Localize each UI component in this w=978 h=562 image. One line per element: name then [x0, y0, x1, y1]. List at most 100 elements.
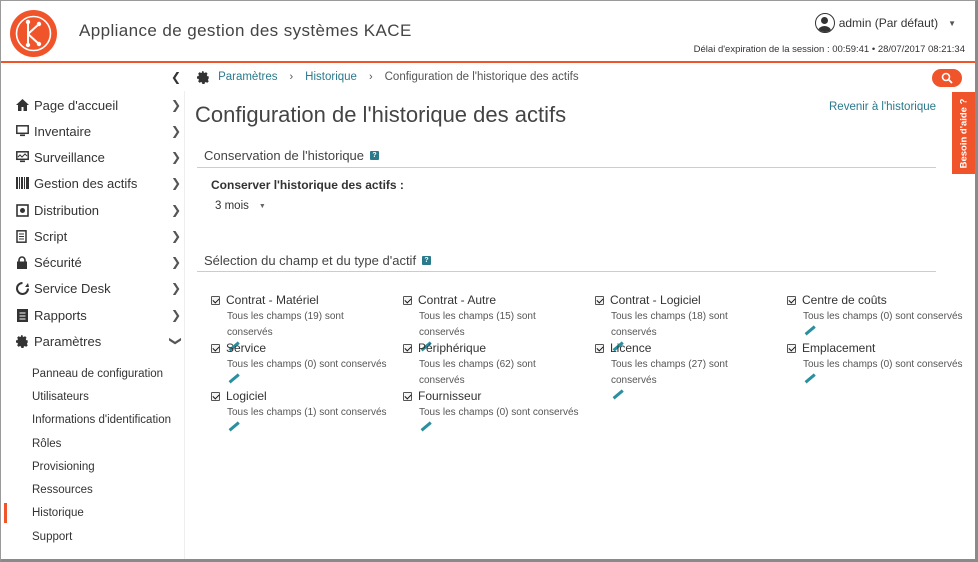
- retention-section-header: Conservation de l'historique ?: [204, 148, 380, 163]
- collapse-sidebar-icon[interactable]: ❮: [171, 70, 181, 84]
- asset-item: Périphérique Tous les champs (62) sont c…: [403, 341, 583, 389]
- chevron-right-icon: ❯: [171, 255, 182, 269]
- asset-checkbox[interactable]: [787, 295, 796, 305]
- asset-name: Contrat - Autre: [418, 293, 497, 307]
- asset-name: Périphérique: [418, 341, 487, 355]
- asset-name: Logiciel: [226, 389, 267, 403]
- subnav-roles[interactable]: Rôles: [32, 438, 61, 450]
- sidebar-item-label: Inventaire: [34, 123, 92, 139]
- asset-checkbox[interactable]: [403, 343, 412, 353]
- subnav-historique[interactable]: Historique: [32, 507, 84, 519]
- asset-description: Tous les champs (0) sont conservés: [803, 311, 963, 322]
- edit-pencil-icon[interactable]: [227, 373, 241, 383]
- subnav-utilisateurs[interactable]: Utilisateurs: [32, 391, 89, 403]
- edit-pencil-icon[interactable]: [227, 421, 241, 431]
- asset-name: Emplacement: [802, 341, 876, 355]
- edit-pencil-icon[interactable]: [419, 421, 433, 431]
- asset-item: Licence Tous les champs (27) sont conser…: [595, 341, 775, 399]
- help-icon[interactable]: ?: [370, 151, 380, 160]
- subnav-ressources[interactable]: Ressources: [32, 484, 93, 496]
- chevron-right-icon: ❯: [171, 150, 182, 164]
- search-icon: [941, 72, 953, 84]
- user-icon: [814, 13, 835, 33]
- distribution-icon: [15, 203, 29, 217]
- sidebar-item-gestion-actifs[interactable]: Gestion des actifs ❯: [1, 170, 185, 196]
- sidebar-item-rapports[interactable]: Rapports ❯: [1, 302, 185, 328]
- asset-item: Fournisseur Tous les champs (0) sont con…: [403, 389, 583, 431]
- kace-logo-icon: [15, 15, 52, 52]
- asset-item: Centre de coûts Tous les champs (0) sont…: [787, 293, 967, 335]
- asset-checkbox[interactable]: [595, 295, 604, 305]
- sidebar-item-securite[interactable]: Sécurité ❯: [1, 249, 185, 275]
- chevron-right-icon: ❯: [171, 98, 182, 112]
- sidebar: Page d'accueil ❯ Inventaire ❯ Surveillan…: [1, 91, 185, 559]
- retention-select[interactable]: 3 mois ▼: [215, 200, 266, 212]
- kace-logo[interactable]: [10, 10, 57, 57]
- section-title: Sélection du champ et du type d'actif: [204, 253, 417, 268]
- asset-checkbox[interactable]: [211, 391, 220, 401]
- search-button[interactable]: [932, 69, 962, 87]
- sidebar-item-label: Page d'accueil: [34, 97, 119, 113]
- breadcrumb-separator: ›: [368, 71, 373, 83]
- chevron-down-icon: ▼: [948, 18, 956, 28]
- breadcrumb-historique[interactable]: Historique: [305, 71, 357, 83]
- gear-icon: [197, 70, 209, 84]
- gear-icon: [15, 334, 29, 348]
- divider: [197, 167, 936, 168]
- chevron-right-icon: ❯: [171, 203, 182, 217]
- session-info: Délai d'expiration de la session : 00:59…: [693, 44, 965, 55]
- section-title: Conservation de l'historique: [204, 148, 365, 163]
- breadcrumb-parametres[interactable]: Paramètres: [218, 71, 277, 83]
- help-icon[interactable]: ?: [422, 256, 432, 265]
- asset-checkbox[interactable]: [403, 391, 412, 401]
- help-tab[interactable]: Besoin d'aide ?: [952, 92, 975, 174]
- asset-description: Tous les champs (27) sont conservés: [611, 359, 728, 386]
- subnav-support[interactable]: Support: [32, 531, 72, 543]
- subnav-informations-identification[interactable]: Informations d'identification: [32, 414, 171, 426]
- edit-pencil-icon[interactable]: [803, 373, 817, 383]
- asset-description: Tous les champs (0) sont conservés: [419, 407, 579, 418]
- edit-pencil-icon[interactable]: [611, 389, 625, 399]
- asset-description: Tous les champs (1) sont conservés: [227, 407, 387, 418]
- sidebar-item-accueil[interactable]: Page d'accueil ❯: [1, 92, 185, 118]
- asset-item: Service Tous les champs (0) sont conserv…: [211, 341, 391, 383]
- back-to-history-link[interactable]: Revenir à l'historique: [829, 101, 936, 113]
- active-indicator: [4, 503, 7, 523]
- user-label: admin (Par défaut): [838, 16, 939, 30]
- surveillance-icon: [15, 150, 29, 164]
- edit-pencil-icon[interactable]: [803, 325, 817, 335]
- sidebar-item-label: Distribution: [34, 202, 100, 218]
- chevron-right-icon: ❯: [171, 308, 182, 322]
- sidebar-item-distribution[interactable]: Distribution ❯: [1, 197, 185, 223]
- user-menu[interactable]: admin (Par défaut) ▼: [814, 13, 956, 33]
- app-title: Appliance de gestion des systèmes KACE: [79, 21, 412, 40]
- header: Appliance de gestion des systèmes KACE a…: [1, 1, 975, 63]
- page-title: Configuration de l'historique des actifs: [195, 102, 567, 127]
- asset-description: Tous les champs (15) sont conservés: [419, 311, 536, 338]
- subnav-panneau-configuration[interactable]: Panneau de configuration: [32, 368, 163, 380]
- asset-checkbox[interactable]: [595, 343, 604, 353]
- sidebar-item-parametres[interactable]: Paramètres ❯: [1, 328, 185, 354]
- asset-checkbox[interactable]: [787, 343, 796, 353]
- asset-checkbox[interactable]: [211, 343, 220, 353]
- home-icon: [15, 98, 29, 112]
- selection-section-header: Sélection du champ et du type d'actif ?: [204, 253, 432, 268]
- asset-name: Service: [226, 341, 267, 355]
- sidebar-item-surveillance[interactable]: Surveillance ❯: [1, 144, 185, 170]
- retention-select-value: 3 mois: [215, 200, 249, 212]
- app-window: Appliance de gestion des systèmes KACE a…: [0, 0, 978, 562]
- chevron-right-icon: ❯: [171, 229, 182, 243]
- sidebar-item-label: Surveillance: [34, 149, 105, 165]
- breadcrumb-separator: ›: [289, 71, 294, 83]
- sidebar-item-inventaire[interactable]: Inventaire ❯: [1, 118, 185, 144]
- retention-label: Conserver l'historique des actifs :: [211, 178, 404, 192]
- sidebar-item-service-desk[interactable]: Service Desk ❯: [1, 275, 185, 301]
- sidebar-item-label: Rapports: [34, 307, 87, 323]
- chevron-right-icon: ❯: [171, 281, 182, 295]
- asset-checkbox[interactable]: [211, 295, 220, 305]
- sidebar-item-script[interactable]: Script ❯: [1, 223, 185, 249]
- sidebar-item-label: Service Desk: [34, 280, 111, 296]
- subnav-provisioning[interactable]: Provisioning: [32, 461, 95, 473]
- asset-checkbox[interactable]: [403, 295, 412, 305]
- script-icon: [15, 229, 29, 243]
